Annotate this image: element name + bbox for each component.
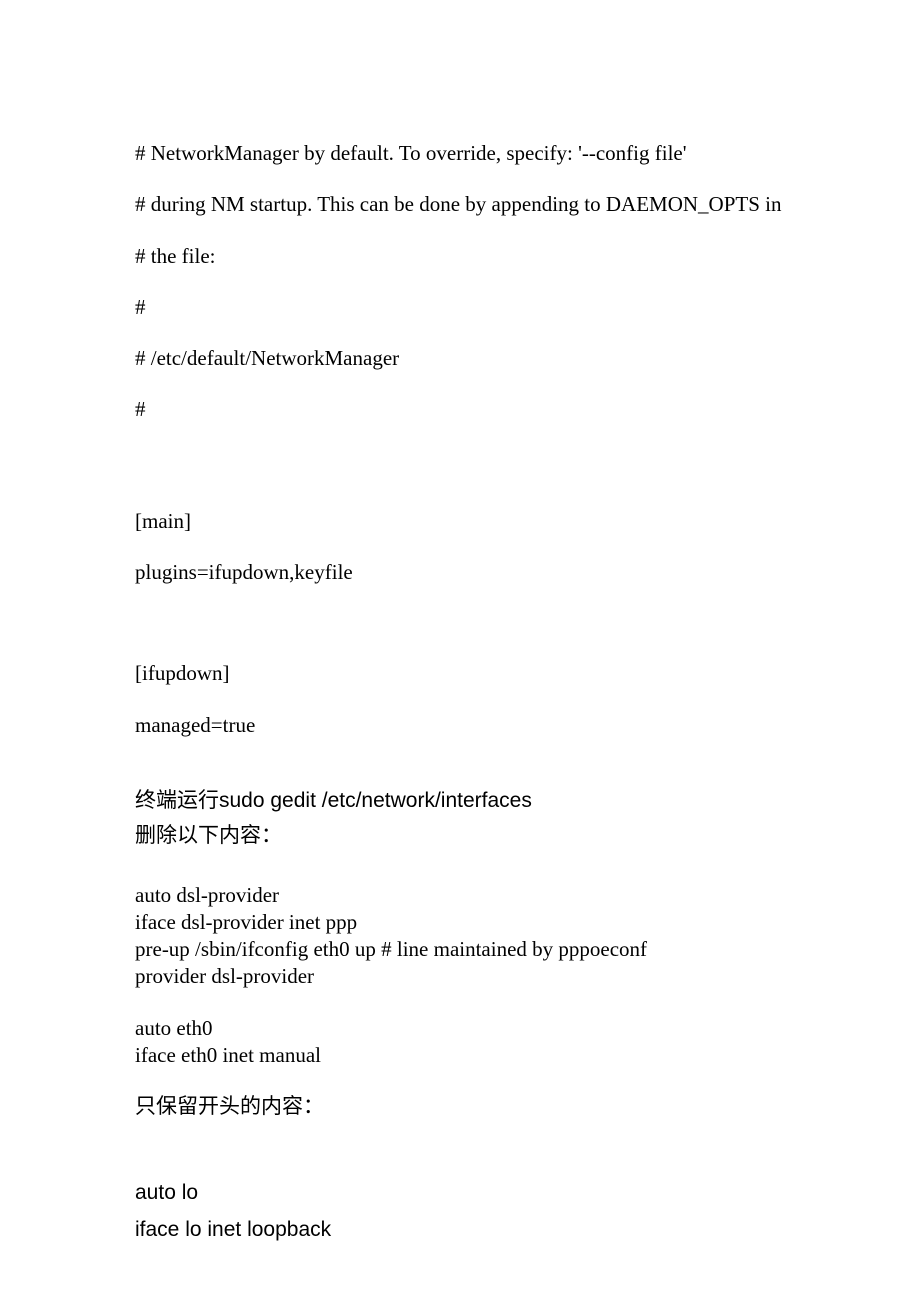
config-comment-line: # [135, 294, 785, 321]
document-page: # NetworkManager by default. To override… [0, 0, 920, 1313]
blank-line [135, 448, 785, 508]
blank-line [135, 763, 785, 787]
config-line: provider dsl-provider [135, 963, 785, 990]
instruction-text-cn: 终端运行 [135, 788, 219, 812]
blank-line [135, 1069, 785, 1093]
config-comment-line: # during NM startup. This can be done by… [135, 191, 785, 218]
config-section-header: [main] [135, 508, 785, 535]
blank-line [135, 858, 785, 882]
config-line: iface dsl-provider inet ppp [135, 909, 785, 936]
instruction-line: 只保留开头的内容： [135, 1093, 785, 1120]
config-line: iface lo inet loopback [135, 1216, 785, 1243]
instruction-command: sudo gedit /etc/network/interfaces [219, 789, 532, 812]
instruction-line: 终端运行sudo gedit /etc/network/interfaces [135, 787, 785, 814]
config-line: iface eth0 inet manual [135, 1042, 785, 1069]
config-line: auto eth0 [135, 1015, 785, 1042]
config-comment-line: # [135, 396, 785, 423]
config-line: auto lo [135, 1179, 785, 1206]
config-comment-line: # NetworkManager by default. To override… [135, 140, 785, 167]
config-line: auto dsl-provider [135, 882, 785, 909]
config-block: auto eth0 iface eth0 inet manual [135, 1015, 785, 1070]
blank-line [135, 610, 785, 660]
blank-line [135, 991, 785, 1015]
config-comment-line: # the file: [135, 243, 785, 270]
config-comment-line: # /etc/default/NetworkManager [135, 345, 785, 372]
instruction-line: 删除以下内容： [135, 822, 785, 849]
config-section-header: [ifupdown] [135, 660, 785, 687]
blank-line [135, 1129, 785, 1179]
config-value-line: managed=true [135, 712, 785, 739]
config-block: auto dsl-provider iface dsl-provider ine… [135, 882, 785, 991]
config-line: pre-up /sbin/ifconfig eth0 up # line mai… [135, 936, 785, 963]
config-value-line: plugins=ifupdown,keyfile [135, 559, 785, 586]
